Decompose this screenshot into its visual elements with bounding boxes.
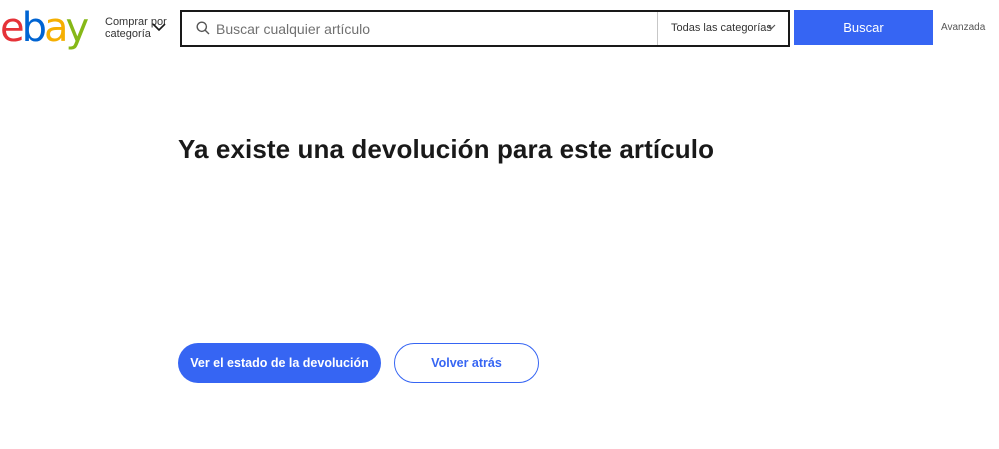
logo-letter-y: y <box>65 5 90 51</box>
search-icon <box>196 21 210 35</box>
category-select-label: Todas las categorías <box>671 22 772 34</box>
logo-letter-e: e <box>0 5 25 51</box>
search-input[interactable] <box>216 12 646 45</box>
logo-letter-a: a <box>44 5 68 51</box>
ebay-logo[interactable]: ebay <box>0 5 90 51</box>
search-button[interactable]: Buscar <box>794 10 933 45</box>
header: ebay Comprar por categoría Todas las cat… <box>0 0 999 60</box>
chevron-down-icon <box>152 23 166 32</box>
chevron-down-icon <box>767 24 776 30</box>
shop-by-category-button[interactable]: Comprar por categoría <box>105 16 167 40</box>
category-select[interactable]: Todas las categorías <box>657 12 788 45</box>
search-bar: Todas las categorías <box>180 10 790 47</box>
advanced-search-link[interactable]: Avanzada <box>941 22 985 33</box>
view-return-status-button[interactable]: Ver el estado de la devolución <box>178 343 381 383</box>
logo-letter-b: b <box>21 5 47 51</box>
page-title: Ya existe una devolución para este artíc… <box>178 134 715 164</box>
go-back-button[interactable]: Volver atrás <box>394 343 539 383</box>
